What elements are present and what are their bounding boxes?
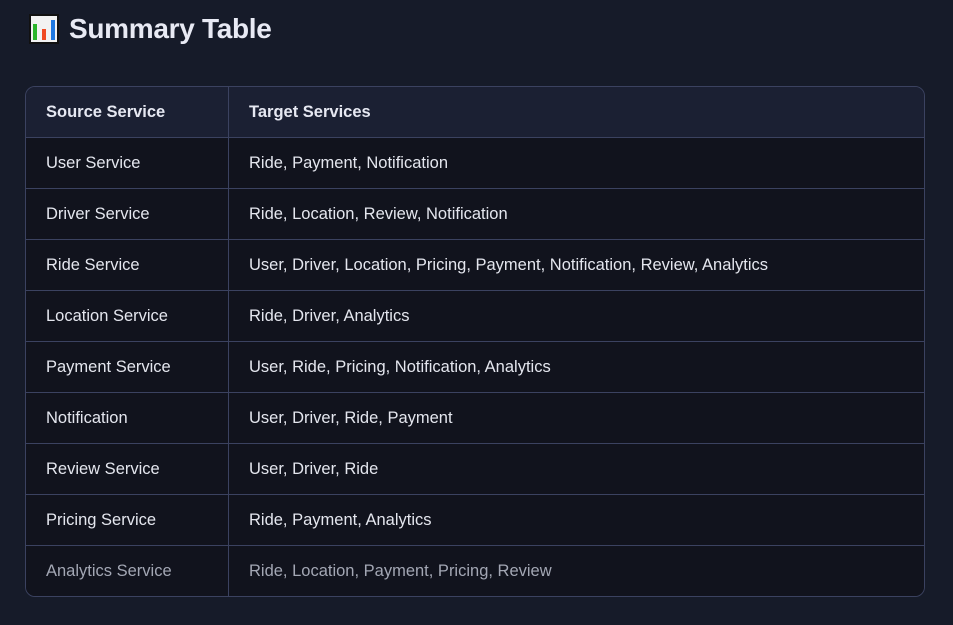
source-service-cell: Location Service <box>26 290 229 342</box>
target-services-cell: Ride, Payment, Analytics <box>228 494 924 546</box>
source-service-cell: Driver Service <box>26 188 229 240</box>
table-row: Review Service User, Driver, Ride <box>26 443 924 495</box>
target-services-cell: User, Ride, Pricing, Notification, Analy… <box>228 341 924 393</box>
target-services-cell: Ride, Location, Review, Notification <box>228 188 924 240</box>
table-header-row: Source Service Target Services <box>26 87 924 138</box>
source-service-cell: Pricing Service <box>26 494 229 546</box>
target-services-cell: Ride, Payment, Notification <box>228 137 924 189</box>
table-row: User Service Ride, Payment, Notification <box>26 137 924 189</box>
source-service-cell: Review Service <box>26 443 229 495</box>
table-row: Driver Service Ride, Location, Review, No… <box>26 188 924 240</box>
source-service-cell: Analytics Service <box>26 545 229 596</box>
source-service-cell: Ride Service <box>26 239 229 291</box>
target-services-cell: Ride, Driver, Analytics <box>228 290 924 342</box>
table-row: Location Service Ride, Driver, Analytics <box>26 290 924 342</box>
table-row: Notification User, Driver, Ride, Payment <box>26 392 924 444</box>
target-services-cell: User, Driver, Ride <box>228 443 924 495</box>
table-row: Ride Service User, Driver, Location, Pric… <box>26 239 924 291</box>
bar-chart-icon <box>29 14 59 44</box>
source-service-cell: Payment Service <box>26 341 229 393</box>
page-title: Summary Table <box>29 13 272 45</box>
source-service-cell: User Service <box>26 137 229 189</box>
source-service-cell: Notification <box>26 392 229 444</box>
table-row: Payment Service User, Ride, Pricing, Noti… <box>26 341 924 393</box>
table-row: Pricing Service Ride, Payment, Analytics <box>26 494 924 546</box>
title-text: Summary Table <box>69 13 272 44</box>
header-source-service: Source Service <box>26 87 229 138</box>
target-services-cell: User, Driver, Location, Pricing, Payment… <box>228 239 924 291</box>
target-services-cell: Ride, Location, Payment, Pricing, Review <box>228 545 924 596</box>
table-row: Analytics Service Ride, Location, Payment… <box>26 545 924 596</box>
summary-table: Source Service Target Services User Serv… <box>25 86 925 597</box>
header-target-services: Target Services <box>228 87 924 138</box>
target-services-cell: User, Driver, Ride, Payment <box>228 392 924 444</box>
